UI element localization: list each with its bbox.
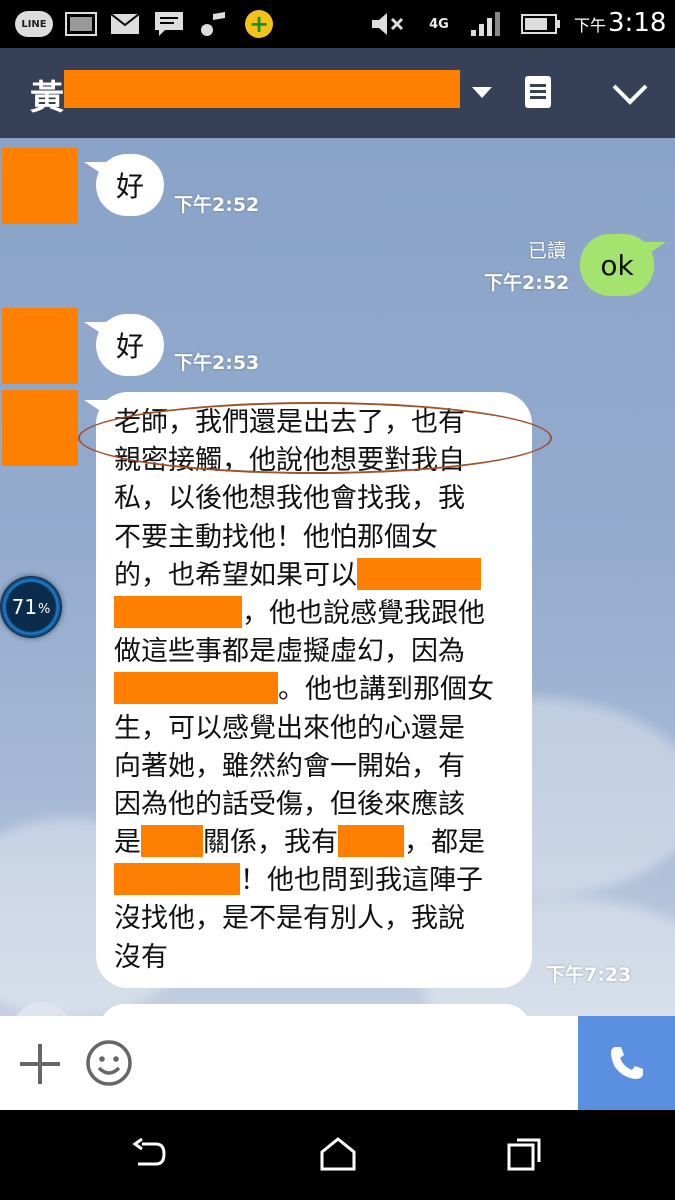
message-line: 不要主動找他！他怕那個女 xyxy=(114,521,438,553)
phone-icon xyxy=(610,1047,643,1079)
home-icon[interactable] xyxy=(318,1136,358,1172)
message-line: 生，可以感覺出來他的心還是 xyxy=(114,712,465,744)
nav-bar xyxy=(0,1110,675,1200)
line-app-icon: LINE xyxy=(14,10,54,38)
contact-name[interactable]: 黃 xyxy=(30,70,64,119)
message-time: 下午2:52 xyxy=(484,272,570,294)
message-line: 私，以後他想我他會找我，我 xyxy=(114,483,465,515)
message-fragment: 是 xyxy=(114,827,141,859)
message-text: 好 xyxy=(115,170,144,203)
emoji-icon[interactable] xyxy=(84,1038,134,1088)
chat-header: 黃 xyxy=(0,48,675,138)
redaction-block xyxy=(114,863,240,896)
list-icon[interactable] xyxy=(520,74,556,110)
message-time: 下午2:52 xyxy=(174,194,260,216)
message-bubble-outgoing[interactable]: ok xyxy=(580,234,666,296)
recent-apps-icon[interactable] xyxy=(505,1136,545,1172)
message-line: 做這些事都是虛擬虛幻，因為 xyxy=(114,636,465,668)
battery-widget-unit: % xyxy=(38,601,51,617)
signal-icon xyxy=(468,10,506,38)
message-line: ！他也問到我這陣子 xyxy=(114,862,524,900)
clock-ampm: 下午 xyxy=(574,16,607,35)
clock-time: 3:18 xyxy=(608,8,667,38)
plus-app-icon: + xyxy=(242,10,276,38)
message-fragment: 關係，我有 xyxy=(203,827,338,859)
message-line: 的，也希望如果可以 xyxy=(114,557,524,595)
chevron-down-icon[interactable] xyxy=(606,76,654,112)
input-bar xyxy=(0,1016,675,1110)
avatar[interactable] xyxy=(2,148,78,224)
redaction-block xyxy=(114,595,242,628)
redaction-block xyxy=(141,825,203,858)
message-fragment: ，都是 xyxy=(404,827,485,859)
avatar[interactable] xyxy=(2,308,78,384)
message-fragment: 的，也希望如果可以 xyxy=(114,559,357,591)
chat-area[interactable]: 好 下午2:52 已讀 下午2:52 ok 好 下午2:53 老師，我們還是出去… xyxy=(0,138,675,1016)
battery-widget[interactable]: 71% xyxy=(0,576,62,638)
message-time: 下午2:53 xyxy=(174,352,260,374)
redaction-block xyxy=(338,825,404,858)
redaction-block xyxy=(357,557,481,590)
plus-icon[interactable] xyxy=(18,1042,62,1086)
avatar[interactable] xyxy=(2,390,78,466)
call-button[interactable] xyxy=(578,1016,675,1110)
message-fragment: 。他也講到那個女 xyxy=(278,674,494,706)
message-text: 老師，我們還是出去了，也有 親密接觸，他說他想要對我自 私，以後他想我他會找我，… xyxy=(114,404,524,977)
dropdown-arrow-icon[interactable] xyxy=(470,82,494,102)
message-line: ，他也說感覺我跟他 xyxy=(114,595,524,633)
mute-icon xyxy=(368,10,408,38)
redaction-block xyxy=(114,672,278,705)
battery-icon xyxy=(520,10,562,38)
music-icon xyxy=(196,10,230,38)
redacted-contact-name xyxy=(64,70,460,108)
clock: 下午 3:18 xyxy=(574,8,666,40)
message-line: 親密接觸，他說他想要對我自 xyxy=(114,445,465,477)
message-line: 向著她，雖然約會一開始，有 xyxy=(114,750,465,782)
line-badge: LINE xyxy=(15,11,53,37)
back-icon[interactable] xyxy=(130,1137,170,1172)
message-bubble-incoming[interactable]: 好 xyxy=(84,154,164,216)
message-icon xyxy=(152,10,186,38)
status-bar: LINE + 4G 下午 3:18 xyxy=(0,0,675,48)
message-line: 是 關係，我有 ，都是 xyxy=(114,824,524,862)
message-fragment: ！他也問到我這陣子 xyxy=(240,865,483,897)
image-icon xyxy=(64,10,98,38)
message-bubble-incoming[interactable] xyxy=(100,1004,530,1016)
read-receipt: 已讀 xyxy=(528,240,567,262)
message-line: 沒有 xyxy=(114,941,168,973)
message-text: 好 xyxy=(115,330,144,363)
message-line: 。他也講到那個女 xyxy=(114,671,524,709)
message-line: 老師，我們還是出去了，也有 xyxy=(114,407,465,438)
message-line: 因為他的話受傷，但後來應該 xyxy=(114,788,465,820)
battery-widget-value: 71 xyxy=(11,595,38,619)
message-fragment: ，他也說感覺我跟他 xyxy=(242,597,485,629)
message-bubble-incoming[interactable]: 好 xyxy=(84,314,164,376)
message-text: ok xyxy=(600,248,634,282)
message-line: 沒找他，是不是有別人，我說 xyxy=(114,903,465,935)
network-type: 4G xyxy=(429,16,449,32)
message-bubble-incoming[interactable]: 老師，我們還是出去了，也有 親密接觸，他說他想要對我自 私，以後他想我他會找我，… xyxy=(84,392,532,988)
message-time: 下午7:23 xyxy=(546,964,632,986)
mail-icon xyxy=(110,10,140,38)
